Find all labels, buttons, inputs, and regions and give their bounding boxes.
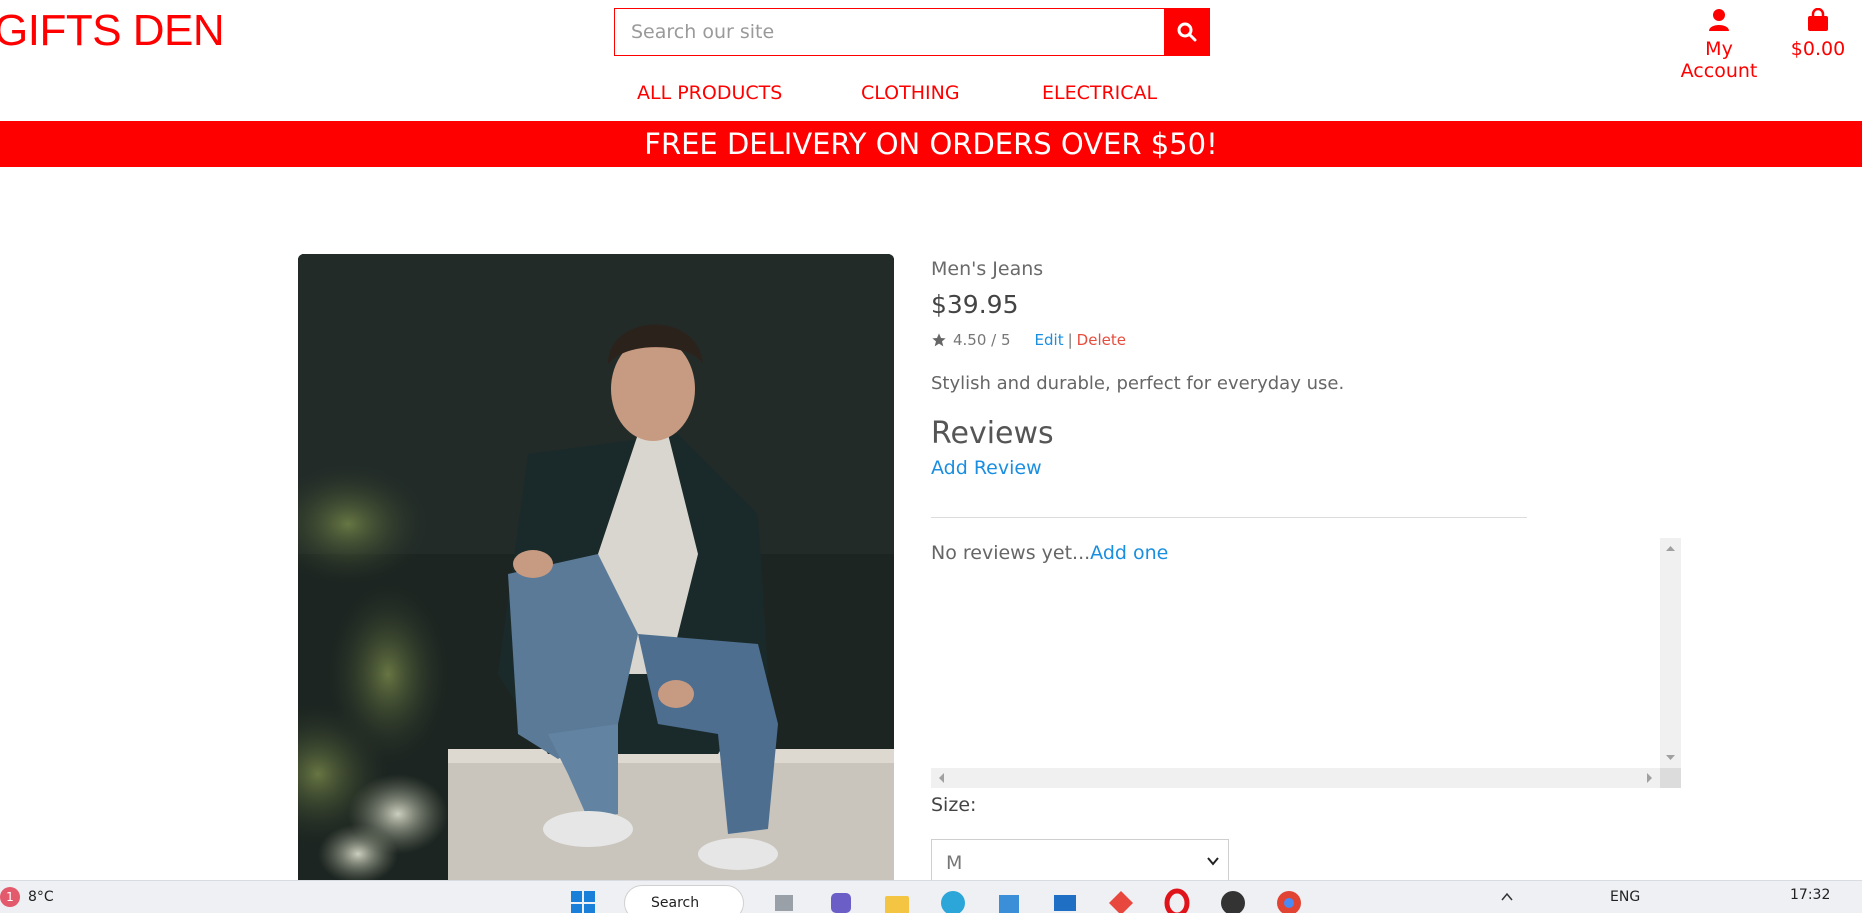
product-description: Stylish and durable, perfect for everyda… bbox=[931, 373, 1345, 394]
search-form bbox=[614, 8, 1210, 56]
teams-icon[interactable] bbox=[826, 888, 856, 913]
delivery-banner: FREE DELIVERY ON ORDERS OVER $50! bbox=[0, 121, 1862, 167]
scroll-up-arrow-icon[interactable] bbox=[1660, 540, 1681, 556]
os-taskbar: 1 8°C Search ENG 17:32 bbox=[0, 880, 1862, 913]
taskbar-apps: Search bbox=[568, 885, 1330, 913]
task-view-icon[interactable] bbox=[770, 888, 800, 913]
nav-all-products[interactable]: ALL PRODUCTS bbox=[637, 82, 782, 104]
taskbar-search[interactable]: Search bbox=[624, 885, 744, 913]
reviews-heading: Reviews bbox=[931, 416, 1054, 451]
office-icon[interactable] bbox=[1106, 888, 1136, 913]
bag-total: $0.00 bbox=[1790, 38, 1846, 60]
search-button[interactable] bbox=[1164, 8, 1210, 56]
shopping-bag-icon bbox=[1808, 8, 1828, 31]
system-clock[interactable]: 17:32 bbox=[1790, 887, 1830, 903]
scrollbar-corner bbox=[1660, 768, 1681, 788]
chrome-icon[interactable] bbox=[1274, 888, 1304, 913]
notification-badge: 1 bbox=[0, 887, 20, 907]
search-icon bbox=[1177, 22, 1197, 42]
divider bbox=[931, 517, 1527, 518]
my-account-link[interactable]: My Account bbox=[1666, 8, 1772, 82]
file-explorer-icon[interactable] bbox=[882, 888, 912, 913]
product-details: Men's Jeans $39.95 4.50 / 5 Edit | Delet… bbox=[931, 258, 1631, 479]
weather-widget[interactable]: 1 8°C bbox=[0, 887, 54, 907]
link-separator: | bbox=[1067, 331, 1073, 349]
rating-row: 4.50 / 5 Edit | Delete bbox=[931, 331, 1631, 349]
reviews-scroll-area[interactable]: No reviews yet...Add one bbox=[931, 538, 1681, 788]
edge-icon[interactable] bbox=[938, 888, 968, 913]
scroll-left-arrow-icon[interactable] bbox=[933, 768, 949, 788]
weather-temperature: 8°C bbox=[28, 889, 54, 905]
system-tray: ENG bbox=[1500, 889, 1640, 905]
nav-electrical[interactable]: ELECTRICAL bbox=[1042, 82, 1157, 104]
size-selected-value: M bbox=[946, 852, 963, 874]
site-logo[interactable]: GIFTS DEN bbox=[0, 6, 225, 56]
delete-product-link[interactable]: Delete bbox=[1077, 331, 1126, 349]
main-nav: ALL PRODUCTS CLOTHING ELECTRICAL bbox=[0, 82, 1862, 108]
mail-icon[interactable] bbox=[1050, 888, 1080, 913]
nav-clothing[interactable]: CLOTHING bbox=[861, 82, 960, 104]
size-label: Size: bbox=[931, 794, 977, 816]
windows-start-icon[interactable] bbox=[568, 888, 598, 913]
scroll-down-arrow-icon[interactable] bbox=[1660, 750, 1681, 766]
user-icon bbox=[1709, 9, 1729, 31]
opera-icon[interactable] bbox=[1162, 888, 1192, 913]
my-account-label: My Account bbox=[1680, 38, 1758, 82]
no-reviews-text: No reviews yet... bbox=[931, 542, 1091, 564]
taskbar-search-label: Search bbox=[651, 895, 700, 911]
product-name: Men's Jeans bbox=[931, 258, 1044, 280]
product-rating: 4.50 / 5 bbox=[953, 331, 1011, 349]
edit-product-link[interactable]: Edit bbox=[1035, 331, 1064, 349]
reviews-empty-message: No reviews yet...Add one bbox=[931, 542, 1168, 564]
product-image bbox=[298, 254, 894, 880]
add-review-link[interactable]: Add Review bbox=[931, 457, 1631, 479]
scroll-right-arrow-icon[interactable] bbox=[1642, 768, 1658, 788]
chevron-down-icon bbox=[1207, 857, 1219, 866]
star-icon bbox=[932, 333, 946, 347]
product-price: $39.95 bbox=[931, 290, 1019, 319]
add-one-link[interactable]: Add one bbox=[1090, 542, 1168, 564]
language-indicator[interactable]: ENG bbox=[1610, 889, 1640, 905]
github-icon[interactable] bbox=[1218, 888, 1248, 913]
chevron-up-icon[interactable] bbox=[1500, 890, 1514, 904]
search-input[interactable] bbox=[614, 8, 1164, 56]
vertical-scrollbar[interactable] bbox=[1660, 538, 1681, 768]
horizontal-scrollbar[interactable] bbox=[931, 768, 1660, 788]
store-icon[interactable] bbox=[994, 888, 1024, 913]
shopping-bag-link[interactable]: $0.00 bbox=[1782, 8, 1854, 60]
